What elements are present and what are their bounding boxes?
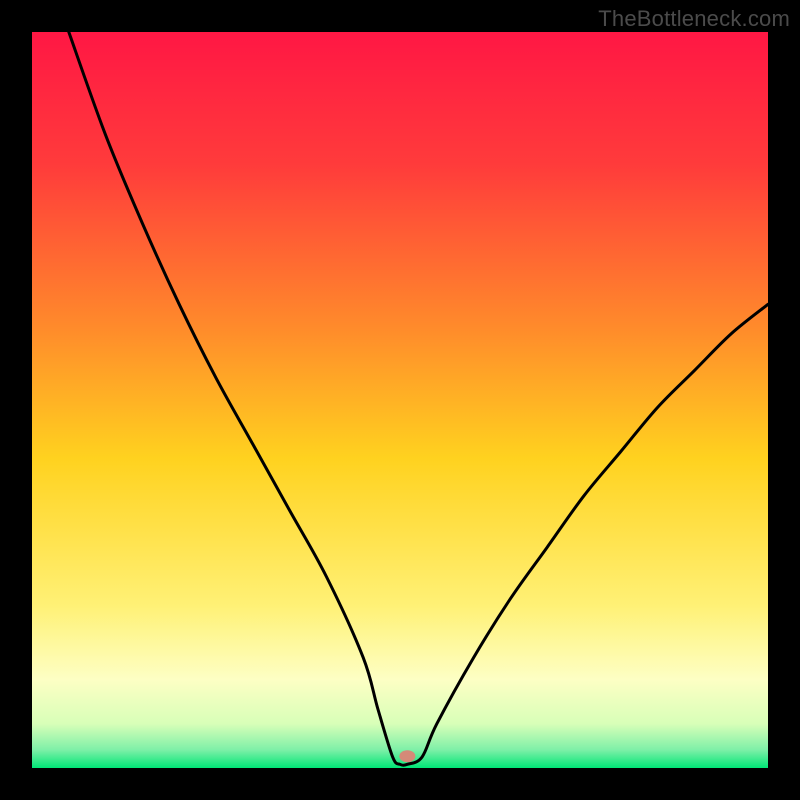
plot-area: [32, 32, 768, 768]
chart-svg: [32, 32, 768, 768]
chart-frame: TheBottleneck.com: [0, 0, 800, 800]
gradient-background: [32, 32, 768, 768]
watermark-text: TheBottleneck.com: [598, 6, 790, 32]
marker-dot: [399, 750, 415, 762]
